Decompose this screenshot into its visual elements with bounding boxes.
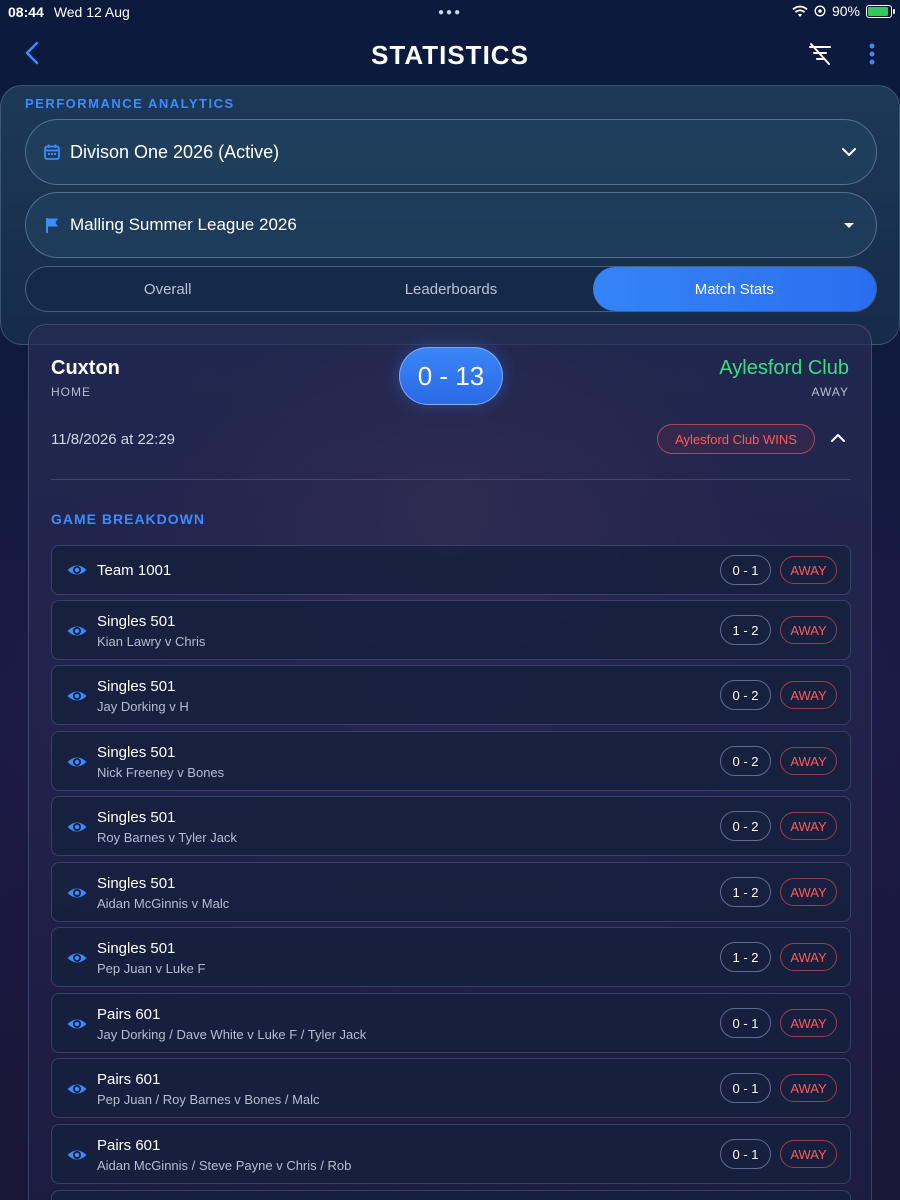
game-name: Team 1001: [97, 562, 172, 579]
winner-badge: Aylesford Club WINS: [657, 424, 815, 454]
game-name: Pairs 601: [97, 1071, 161, 1088]
game-row[interactable]: Singles 501 Roy Barnes v Tyler Jack 0 - …: [51, 796, 851, 856]
home-label: HOME: [51, 385, 91, 399]
game-name: Singles 501: [97, 613, 176, 630]
home-team-name: Cuxton: [51, 357, 120, 379]
game-score: 1 - 2: [720, 877, 771, 907]
game-result-badge: AWAY: [780, 556, 837, 584]
game-name: Singles 501: [97, 744, 176, 761]
game-players: Kian Lawry v Chris: [97, 634, 206, 649]
eye-icon[interactable]: [66, 620, 88, 642]
game-score: 1 - 2: [720, 615, 771, 645]
dropdown-triangle-icon: [844, 223, 854, 228]
game-players: Roy Barnes v Tyler Jack: [97, 830, 237, 845]
eye-icon[interactable]: [66, 1013, 88, 1035]
game-row[interactable]: Singles 501 Pep Juan v Luke F 1 - 2 AWAY: [51, 927, 851, 987]
game-name: Pairs 601: [97, 1006, 161, 1023]
game-result-badge: AWAY: [780, 1140, 837, 1168]
game-players: Jay Dorking / Dave White v Luke F / Tyle…: [97, 1027, 367, 1042]
game-score: 0 - 2: [720, 746, 771, 776]
tab-leaderboards[interactable]: Leaderboards: [309, 267, 592, 311]
game-result-badge: AWAY: [780, 878, 837, 906]
game-players: Pep Juan v Luke F: [97, 961, 206, 976]
game-name: Singles 501: [97, 940, 176, 957]
game-result-badge: AWAY: [780, 943, 837, 971]
game-score: 0 - 1: [720, 1073, 771, 1103]
game-row[interactable]: Singles 501 Nick Freeney v Bones 0 - 2 A…: [51, 731, 851, 791]
game-result-badge: AWAY: [780, 681, 837, 709]
game-result-badge: AWAY: [780, 1009, 837, 1037]
game-players: Nick Freeney v Bones: [97, 765, 225, 780]
game-row[interactable]: Singles 501 Kian Lawry v Chris 1 - 2 AWA…: [51, 600, 851, 660]
game-players: Jay Dorking v H: [97, 699, 189, 714]
game-score: 1 - 2: [720, 942, 771, 972]
game-row[interactable]: Team 1001 0 - 1 AWAY: [51, 545, 851, 595]
tab-match-stats[interactable]: Match Stats: [592, 267, 876, 311]
flag-icon: [42, 215, 62, 235]
page-title: STATISTICS: [371, 40, 529, 70]
filter-panel: PERFORMANCE ANALYTICS Divison One 2026 (…: [0, 85, 900, 345]
tab-overall[interactable]: Overall: [26, 267, 309, 311]
battery-percent: 90%: [831, 3, 860, 19]
game-result-badge: AWAY: [780, 1074, 837, 1102]
status-bar: 08:44 Wed 12 Aug ●●● 90%: [0, 0, 900, 24]
game-players: Aidan McGinnis v Malc: [97, 896, 230, 911]
status-indicators: 90%: [792, 3, 895, 19]
game-players: Aidan McGinnis / Steve Payne v Chris / R…: [97, 1158, 352, 1173]
league-select[interactable]: Malling Summer League 2026: [25, 192, 877, 258]
wifi-icon: [792, 5, 808, 17]
game-players: Pep Juan / Roy Barnes v Bones / Malc: [97, 1092, 320, 1107]
game-row[interactable]: Pairs 601 Pep Juan / Roy Barnes v Bones …: [51, 1058, 851, 1118]
section-label-performance: PERFORMANCE ANALYTICS: [25, 96, 235, 111]
game-row[interactable]: Pairs 601 Aidan McGinnis / Steve Payne v…: [51, 1124, 851, 1184]
game-row[interactable]: Singles 501 Jay Dorking v H 0 - 2 AWAY: [51, 665, 851, 725]
divider: [51, 479, 851, 480]
multitasking-dots-icon[interactable]: ●●●: [438, 7, 462, 18]
clear-filter-icon[interactable]: [806, 40, 834, 68]
game-breakdown-heading: GAME BREAKDOWN: [51, 511, 205, 527]
game-name: Singles 501: [97, 678, 176, 695]
eye-icon[interactable]: [66, 1078, 88, 1100]
match-score: 0 - 13: [399, 347, 503, 405]
match-date: 11/8/2026 at 22:29: [51, 431, 175, 448]
eye-icon[interactable]: [66, 559, 88, 581]
location-lock-icon: [814, 5, 826, 17]
eye-icon[interactable]: [66, 1144, 88, 1166]
game-result-badge: AWAY: [780, 812, 837, 840]
eye-icon[interactable]: [66, 882, 88, 904]
season-select-value: Divison One 2026 (Active): [70, 141, 280, 162]
season-select[interactable]: Divison One 2026 (Active): [25, 119, 877, 185]
league-select-value: Malling Summer League 2026: [70, 215, 297, 234]
game-result-badge: AWAY: [780, 616, 837, 644]
game-score: 0 - 2: [720, 680, 771, 710]
game-score: 0 - 2: [720, 811, 771, 841]
game-score: 0 - 1: [720, 1008, 771, 1038]
game-row-partial[interactable]: [51, 1190, 851, 1200]
match-card: Cuxton HOME 0 - 13 Aylesford Club AWAY 1…: [28, 324, 872, 1200]
status-date: Wed 12 Aug: [53, 4, 130, 20]
game-score: 0 - 1: [720, 1139, 771, 1169]
chevron-up-icon[interactable]: [829, 429, 847, 447]
eye-icon[interactable]: [66, 947, 88, 969]
battery-icon: [866, 4, 895, 18]
stats-tabs: Overall Leaderboards Match Stats: [25, 266, 877, 312]
status-time: 08:44: [8, 4, 44, 20]
eye-icon[interactable]: [66, 685, 88, 707]
away-team-name: Aylesford Club: [719, 357, 849, 379]
eye-icon[interactable]: [66, 751, 88, 773]
game-score: 0 - 1: [720, 555, 771, 585]
chevron-down-icon: [842, 148, 856, 156]
game-row[interactable]: Pairs 601 Jay Dorking / Dave White v Luk…: [51, 993, 851, 1053]
game-row[interactable]: Singles 501 Aidan McGinnis v Malc 1 - 2 …: [51, 862, 851, 922]
calendar-icon: [42, 142, 62, 162]
game-name: Singles 501: [97, 875, 176, 892]
game-result-badge: AWAY: [780, 747, 837, 775]
more-vertical-icon[interactable]: [862, 40, 882, 68]
eye-icon[interactable]: [66, 816, 88, 838]
game-name: Singles 501: [97, 809, 176, 826]
nav-bar: STATISTICS: [0, 26, 900, 84]
game-name: Pairs 601: [97, 1137, 161, 1154]
away-label: AWAY: [811, 385, 849, 399]
